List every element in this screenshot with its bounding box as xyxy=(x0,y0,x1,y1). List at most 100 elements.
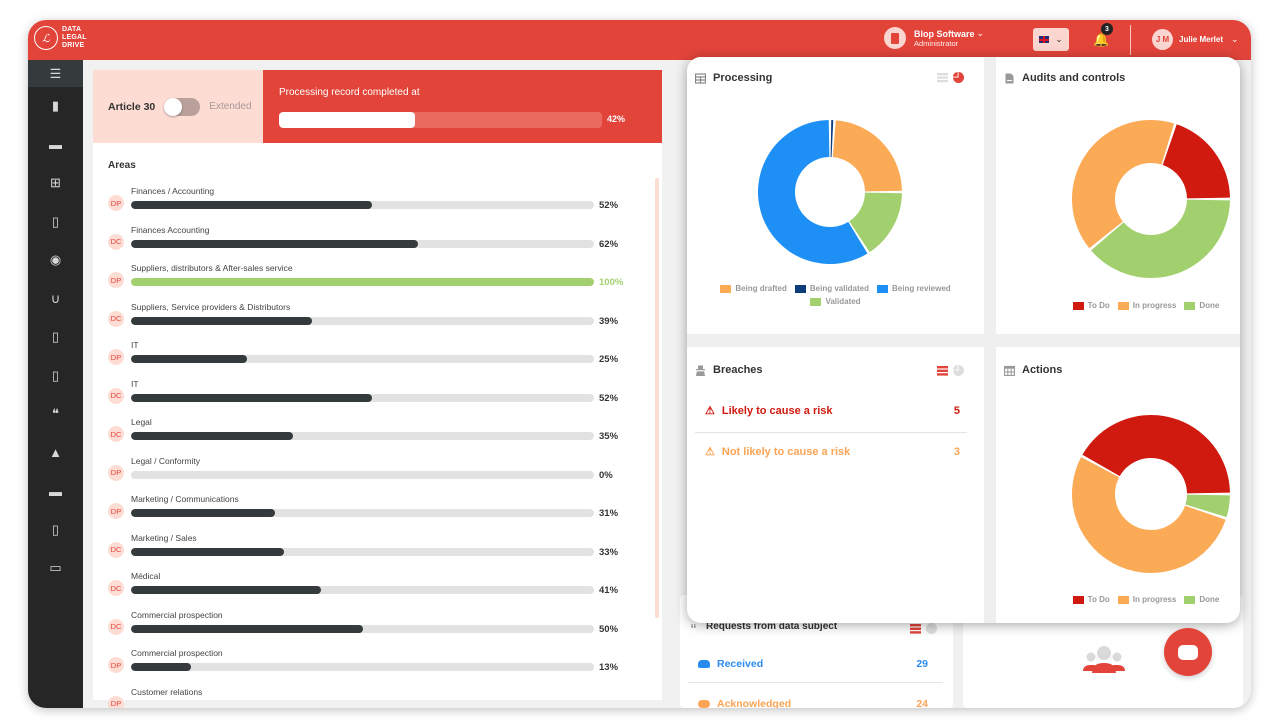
sidebar-item-stethoscope[interactable]: ∪ xyxy=(28,280,83,319)
legend-item[interactable]: To Do xyxy=(1072,595,1110,604)
area-percent: 35% xyxy=(599,431,619,442)
area-row[interactable]: DC Marketing / Sales 33% xyxy=(108,533,628,572)
area-row[interactable]: DP Legal / Conformity 0% xyxy=(108,456,628,495)
area-name: Customer relations xyxy=(131,686,203,697)
sidebar-item-calendar[interactable]: ▬ xyxy=(28,126,83,165)
language-selector[interactable]: ⌄ xyxy=(1033,28,1069,51)
area-name: IT xyxy=(131,340,139,350)
area-row[interactable]: DP Marketing / Communications 31% xyxy=(108,494,628,533)
breach-not-likely-label: Not likely to cause a risk xyxy=(721,445,851,458)
quote-icon: ❝ xyxy=(52,406,59,422)
pie-view-icon[interactable] xyxy=(953,72,964,83)
processing-record-progress-bar xyxy=(279,112,602,128)
area-row[interactable]: DC Legal 35% xyxy=(108,417,628,456)
sidebar-item-document[interactable]: ▯ xyxy=(28,203,83,242)
area-row[interactable]: DP Suppliers, distributors & After-sales … xyxy=(108,263,628,302)
sidebar-item-menu-collapse[interactable]: ☰ xyxy=(28,60,83,87)
user-menu[interactable]: J M Julie Merlet ⌄ xyxy=(1152,29,1239,50)
area-percent: 31% xyxy=(599,508,619,519)
user-secret-icon xyxy=(696,365,705,376)
requests-acknowledged-row[interactable]: Acknowledged 24 xyxy=(698,698,928,708)
area-progress-bar xyxy=(131,239,594,248)
breach-likely-label: Likely to cause a risk xyxy=(721,404,833,417)
sidebar-item-table[interactable]: ⊞ xyxy=(28,164,83,203)
sidebar-item-quote[interactable]: ❝ xyxy=(28,395,83,434)
extended-toggle[interactable] xyxy=(164,97,201,116)
legend-item[interactable]: Validated xyxy=(810,297,861,306)
processing-record-percent: 42% xyxy=(607,114,626,124)
chat-button[interactable] xyxy=(1164,628,1212,676)
list-view-icon[interactable] xyxy=(937,72,948,83)
sidebar-item-clipboard[interactable]: ▯ xyxy=(28,511,83,550)
article-30-label: Article 30 xyxy=(108,100,156,113)
legend-item[interactable]: In progress xyxy=(1117,301,1176,310)
donut-slice-to-do[interactable] xyxy=(1162,124,1230,199)
area-row[interactable]: DC Médical 41% xyxy=(108,571,628,610)
legend-label: In progress xyxy=(1132,595,1177,604)
area-row[interactable]: DP Commercial prospection 13% xyxy=(108,648,628,687)
document-icon: ▯ xyxy=(51,213,60,229)
legend-item[interactable]: In progress xyxy=(1117,595,1177,604)
sidebar-item-disc[interactable]: ◉ xyxy=(28,241,83,280)
legend-item[interactable]: Being reviewed xyxy=(877,284,951,293)
id-card-icon: ▭ xyxy=(49,560,62,576)
legend-item[interactable]: To Do xyxy=(1072,301,1110,310)
sidebar-item-building[interactable]: ▮ xyxy=(28,87,83,126)
area-type-badge: DC xyxy=(108,233,124,250)
area-progress-fill xyxy=(131,509,275,517)
areas-scrollbar[interactable] xyxy=(655,178,659,618)
app-window: ℒ DATA LEGAL DRIVE Blop Software ⌄ Admin… xyxy=(28,20,1251,708)
area-type-badge: DP xyxy=(108,349,124,365)
actions-donut-chart xyxy=(1072,415,1230,573)
legend-item[interactable]: Done xyxy=(1184,595,1219,604)
area-row[interactable]: DC Commercial prospection 50% xyxy=(108,610,628,649)
audits-card: Audits and controls To Do In progress Done xyxy=(996,57,1240,334)
area-row[interactable]: DP Finances / Accounting 52% xyxy=(108,186,628,225)
legend-item[interactable]: Being drafted xyxy=(720,284,787,293)
inbox-icon xyxy=(698,660,710,668)
processing-legend: Being drafted Being validated Being review… xyxy=(702,284,969,306)
list-view-icon[interactable] xyxy=(910,623,921,634)
sidebar-item-book[interactable]: ▬ xyxy=(28,472,83,511)
area-row[interactable]: DP Customer relations xyxy=(108,686,628,708)
breaches-card: Breaches ⚠ Likely to cause a risk 5 ⚠ No… xyxy=(687,347,984,623)
area-progress-bar xyxy=(131,355,594,363)
breach-not-likely-risk-row[interactable]: ⚠ Not likely to cause a risk 3 xyxy=(705,445,960,459)
legend-item[interactable]: Done xyxy=(1184,301,1219,310)
area-row[interactable]: DC IT 52% xyxy=(108,379,628,418)
area-type-badge: DC xyxy=(108,618,124,635)
sidebar-item-zip-file[interactable]: ▯ xyxy=(28,318,83,357)
sidebar-item-file-signature[interactable]: ▯ xyxy=(28,357,83,396)
book-icon: ▬ xyxy=(49,483,62,499)
legend-item[interactable]: Being validated xyxy=(794,284,869,293)
toggle-knob xyxy=(164,97,183,116)
area-name: Médical xyxy=(131,571,161,581)
logo[interactable]: ℒ DATA LEGAL DRIVE xyxy=(34,26,87,50)
area-row[interactable]: DC Suppliers, Service providers & Distrib… xyxy=(108,302,628,341)
sidebar-item-id-card[interactable]: ▭ xyxy=(28,549,83,588)
donut-slice-being-validated[interactable] xyxy=(830,120,834,158)
area-progress-fill xyxy=(131,663,192,671)
processing-card: Processing Being drafted Being validated B… xyxy=(687,57,984,334)
organization-selector[interactable]: Blop Software ⌄ Administrator xyxy=(884,27,984,49)
area-percent: 52% xyxy=(599,200,619,211)
area-row[interactable]: DC Finances Accounting 62% xyxy=(108,225,628,264)
requests-received-row[interactable]: Received 29 xyxy=(698,658,928,670)
area-progress-bar xyxy=(131,663,594,671)
area-type-badge: DC xyxy=(108,310,124,327)
area-percent: 41% xyxy=(599,585,619,596)
sidebar-item-user-secret[interactable]: ▲ xyxy=(28,434,83,473)
organization-name: Blop Software xyxy=(914,28,975,39)
pie-view-icon[interactable] xyxy=(926,623,937,634)
area-row[interactable]: DP IT 25% xyxy=(108,340,628,379)
legend-label: Validated xyxy=(825,297,861,306)
breach-likely-risk-row[interactable]: ⚠ Likely to cause a risk 5 xyxy=(705,404,960,418)
legend-swatch xyxy=(794,284,806,293)
list-view-icon[interactable] xyxy=(937,365,948,376)
legend-label: Being reviewed xyxy=(892,284,951,293)
legend-swatch xyxy=(1072,301,1084,310)
pie-view-icon[interactable] xyxy=(953,365,964,376)
area-type-badge: DC xyxy=(108,387,124,404)
table-icon xyxy=(695,73,706,84)
donut-slice-being-drafted[interactable] xyxy=(832,120,902,192)
